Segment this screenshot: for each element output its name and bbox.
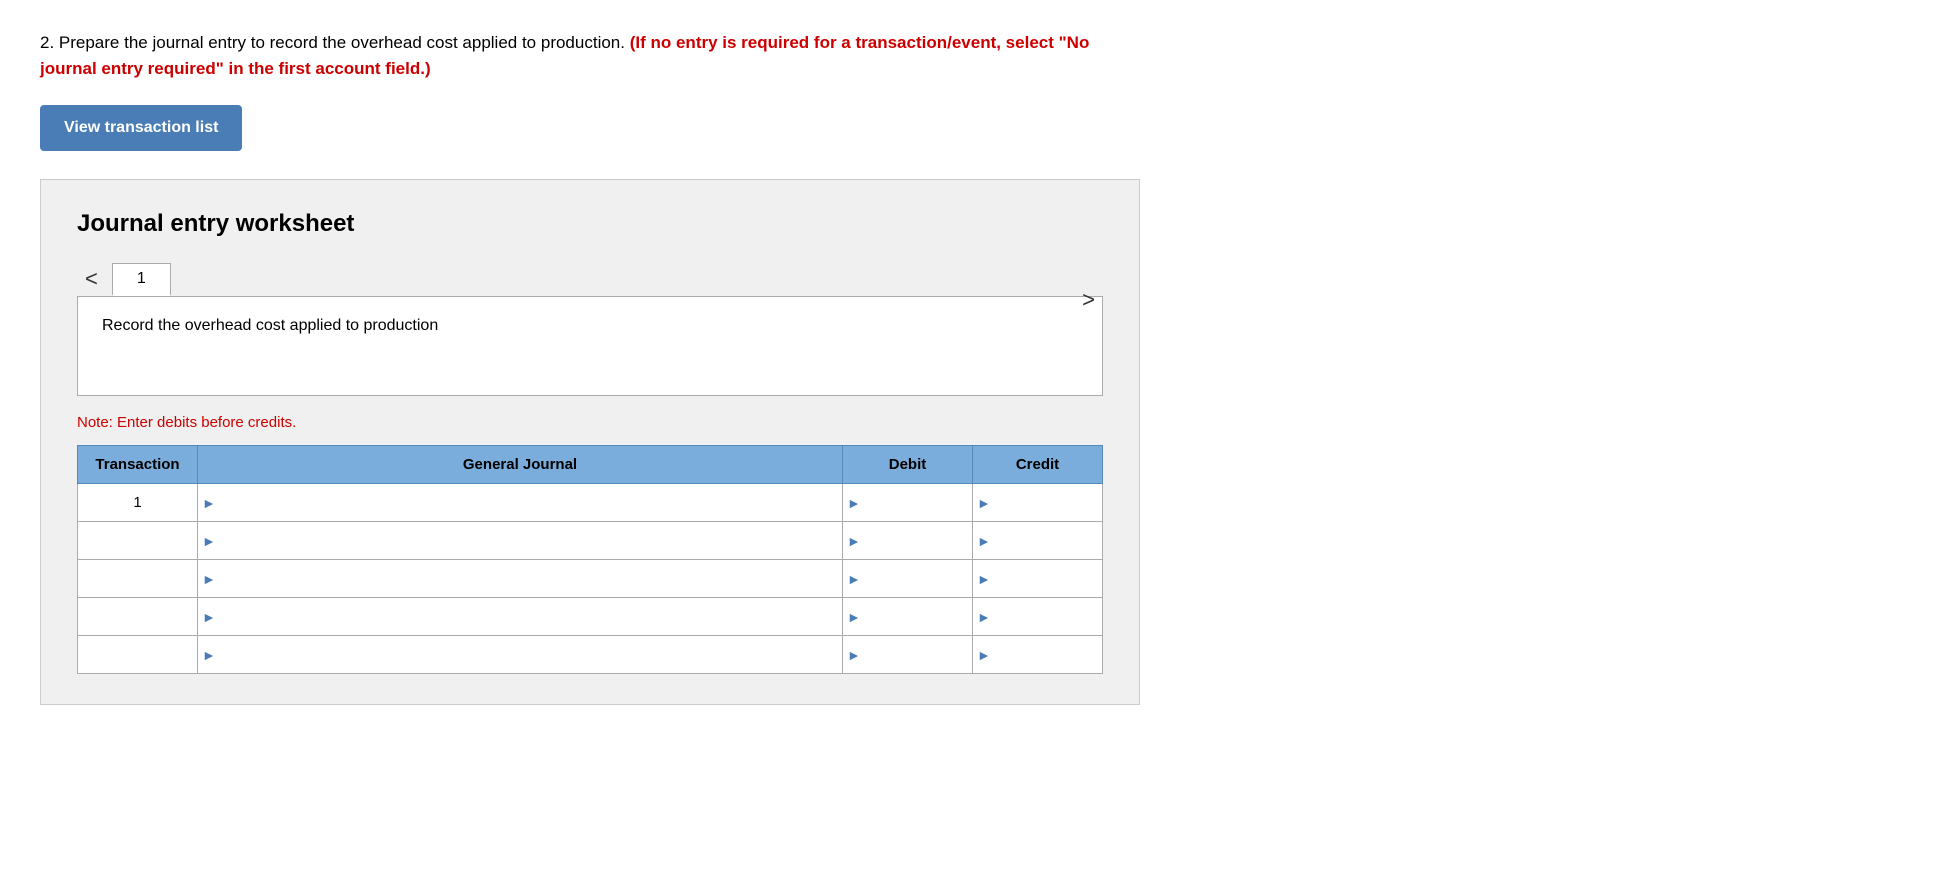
worksheet-title: Journal entry worksheet bbox=[77, 210, 1103, 238]
credit-cell-1[interactable]: ► bbox=[973, 484, 1103, 522]
debit-cell-5[interactable]: ► bbox=[843, 636, 973, 674]
general-journal-input-5[interactable] bbox=[198, 636, 842, 673]
debit-input-4[interactable] bbox=[843, 598, 972, 635]
header-general-journal: General Journal bbox=[198, 446, 843, 484]
table-row: ► ► ► bbox=[78, 522, 1103, 560]
nav-right-arrow[interactable]: > bbox=[1074, 283, 1103, 317]
debit-input-1[interactable] bbox=[843, 484, 972, 521]
general-journal-cell-4[interactable]: ► bbox=[198, 598, 843, 636]
transaction-number-cell-2 bbox=[78, 522, 198, 560]
instruction-paragraph: 2. Prepare the journal entry to record t… bbox=[40, 30, 1140, 81]
credit-input-1[interactable] bbox=[973, 484, 1102, 521]
general-journal-cell-2[interactable]: ► bbox=[198, 522, 843, 560]
debit-cell-2[interactable]: ► bbox=[843, 522, 973, 560]
note-text: Note: Enter debits before credits. bbox=[77, 414, 1103, 431]
credit-input-3[interactable] bbox=[973, 560, 1102, 597]
transaction-number-cell-5 bbox=[78, 636, 198, 674]
credit-cell-2[interactable]: ► bbox=[973, 522, 1103, 560]
credit-cell-5[interactable]: ► bbox=[973, 636, 1103, 674]
credit-cell-4[interactable]: ► bbox=[973, 598, 1103, 636]
table-row: ► ► ► bbox=[78, 560, 1103, 598]
general-journal-input-1[interactable] bbox=[198, 484, 842, 521]
general-journal-input-3[interactable] bbox=[198, 560, 842, 597]
credit-input-4[interactable] bbox=[973, 598, 1102, 635]
tab-navigation: < 1 bbox=[77, 262, 1103, 296]
credit-input-5[interactable] bbox=[973, 636, 1102, 673]
table-row: 1 ► ► ► bbox=[78, 484, 1103, 522]
debit-input-2[interactable] bbox=[843, 522, 972, 559]
transaction-number-cell: 1 bbox=[78, 484, 198, 522]
general-journal-cell-5[interactable]: ► bbox=[198, 636, 843, 674]
transaction-description-text: Record the overhead cost applied to prod… bbox=[102, 317, 438, 334]
table-row: ► ► ► bbox=[78, 598, 1103, 636]
table-row: ► ► ► bbox=[78, 636, 1103, 674]
debit-cell-4[interactable]: ► bbox=[843, 598, 973, 636]
header-transaction: Transaction bbox=[78, 446, 198, 484]
nav-left-arrow[interactable]: < bbox=[77, 262, 106, 296]
credit-input-2[interactable] bbox=[973, 522, 1102, 559]
debit-cell-3[interactable]: ► bbox=[843, 560, 973, 598]
transaction-number: 1 bbox=[133, 494, 141, 511]
general-journal-cell-3[interactable]: ► bbox=[198, 560, 843, 598]
journal-entry-worksheet: Journal entry worksheet < 1 Record the o… bbox=[40, 179, 1140, 705]
debit-input-5[interactable] bbox=[843, 636, 972, 673]
general-journal-input-2[interactable] bbox=[198, 522, 842, 559]
transaction-number-cell-4 bbox=[78, 598, 198, 636]
instruction-black-text: 2. Prepare the journal entry to record t… bbox=[40, 33, 625, 52]
general-journal-cell-1[interactable]: ► bbox=[198, 484, 843, 522]
transaction-number-cell-3 bbox=[78, 560, 198, 598]
general-journal-input-4[interactable] bbox=[198, 598, 842, 635]
debit-cell-1[interactable]: ► bbox=[843, 484, 973, 522]
header-debit: Debit bbox=[843, 446, 973, 484]
tab-nav-row: < 1 bbox=[77, 262, 1103, 296]
debit-input-3[interactable] bbox=[843, 560, 972, 597]
table-header-row: Transaction General Journal Debit Credit bbox=[78, 446, 1103, 484]
credit-cell-3[interactable]: ► bbox=[973, 560, 1103, 598]
tab-1[interactable]: 1 bbox=[112, 263, 171, 296]
view-transaction-list-button[interactable]: View transaction list bbox=[40, 105, 242, 151]
transaction-description-box: Record the overhead cost applied to prod… bbox=[77, 296, 1103, 396]
header-credit: Credit bbox=[973, 446, 1103, 484]
journal-table: Transaction General Journal Debit Credit… bbox=[77, 445, 1103, 674]
